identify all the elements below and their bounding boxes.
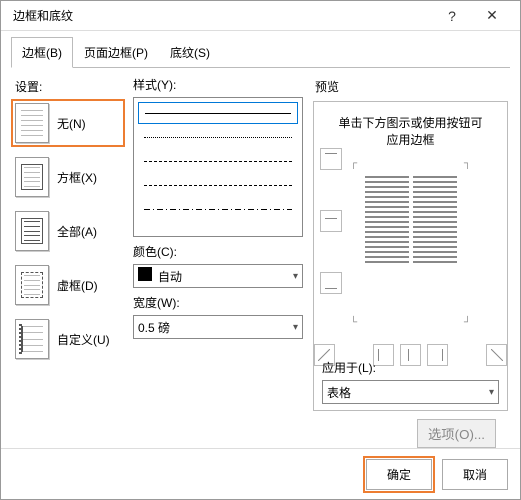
setting-dashed[interactable]: 虚框(D) — [13, 263, 123, 307]
close-button[interactable]: ✕ — [472, 1, 512, 31]
preview-diagram: ┌┐ └┘ — [332, 158, 489, 328]
settings-label: 设置: — [15, 78, 123, 95]
title-bar: 边框和底纹 ? ✕ — [1, 1, 520, 31]
style-list[interactable] — [133, 97, 303, 237]
width-select[interactable]: 0.5 磅 ▾ — [133, 315, 303, 339]
setting-all[interactable]: 全部(A) — [13, 209, 123, 253]
preview-label: 预览 — [315, 78, 508, 95]
chevron-down-icon: ▾ — [489, 387, 494, 398]
tab-border[interactable]: 边框(B) — [11, 37, 73, 68]
thumb-custom-icon — [15, 319, 49, 359]
setting-none[interactable]: 无(N) — [13, 101, 123, 145]
width-label: 宽度(W): — [133, 294, 303, 311]
thumb-dashed-icon — [15, 265, 49, 305]
tab-page-border[interactable]: 页面边框(P) — [73, 37, 159, 68]
chevron-down-icon: ▾ — [293, 322, 298, 333]
setting-custom-label: 自定义(U) — [57, 331, 110, 348]
preview-hint: 单击下方图示或使用按钮可应用边框 — [322, 114, 499, 148]
chevron-down-icon: ▾ — [293, 271, 298, 282]
style-dotted[interactable] — [138, 126, 298, 148]
apply-to-value: 表格 — [327, 384, 351, 401]
color-value: 自动 — [158, 270, 182, 284]
setting-none-label: 无(N) — [57, 115, 86, 132]
edge-top-button[interactable] — [320, 148, 342, 170]
setting-all-label: 全部(A) — [57, 223, 97, 240]
style-dash-dot[interactable] — [138, 198, 298, 220]
tab-shading[interactable]: 底纹(S) — [159, 37, 221, 68]
help-button[interactable]: ? — [432, 1, 472, 31]
setting-custom[interactable]: 自定义(U) — [13, 317, 123, 361]
style-label: 样式(Y): — [133, 76, 303, 93]
color-swatch-icon — [138, 267, 152, 281]
style-long-dash[interactable] — [138, 150, 298, 172]
setting-box[interactable]: 方框(X) — [13, 155, 123, 199]
setting-dashed-label: 虚框(D) — [57, 277, 98, 294]
style-solid[interactable] — [138, 102, 298, 124]
thumb-all-icon — [15, 211, 49, 251]
preview-box: 单击下方图示或使用按钮可应用边框 ┌┐ └┘ — [313, 101, 508, 411]
cancel-button[interactable]: 取消 — [442, 459, 508, 490]
ok-button[interactable]: 确定 — [366, 459, 432, 490]
window-title: 边框和底纹 — [9, 7, 432, 24]
dialog-footer: 确定 取消 — [1, 448, 520, 500]
edge-hmid-button[interactable] — [320, 210, 342, 232]
color-select[interactable]: 自动 ▾ — [133, 264, 303, 288]
thumb-box-icon — [15, 157, 49, 197]
tab-strip: 边框(B) 页面边框(P) 底纹(S) — [1, 31, 520, 68]
edge-bottom-button[interactable] — [320, 272, 342, 294]
apply-to-label: 应用于(L): — [322, 359, 499, 376]
thumb-none-icon — [15, 103, 49, 143]
apply-to-select[interactable]: 表格 ▾ — [322, 380, 499, 404]
style-short-dash[interactable] — [138, 174, 298, 196]
setting-box-label: 方框(X) — [57, 169, 97, 186]
color-label: 颜色(C): — [133, 243, 303, 260]
options-button: 选项(O)... — [417, 419, 496, 448]
width-value: 0.5 磅 — [138, 319, 170, 336]
